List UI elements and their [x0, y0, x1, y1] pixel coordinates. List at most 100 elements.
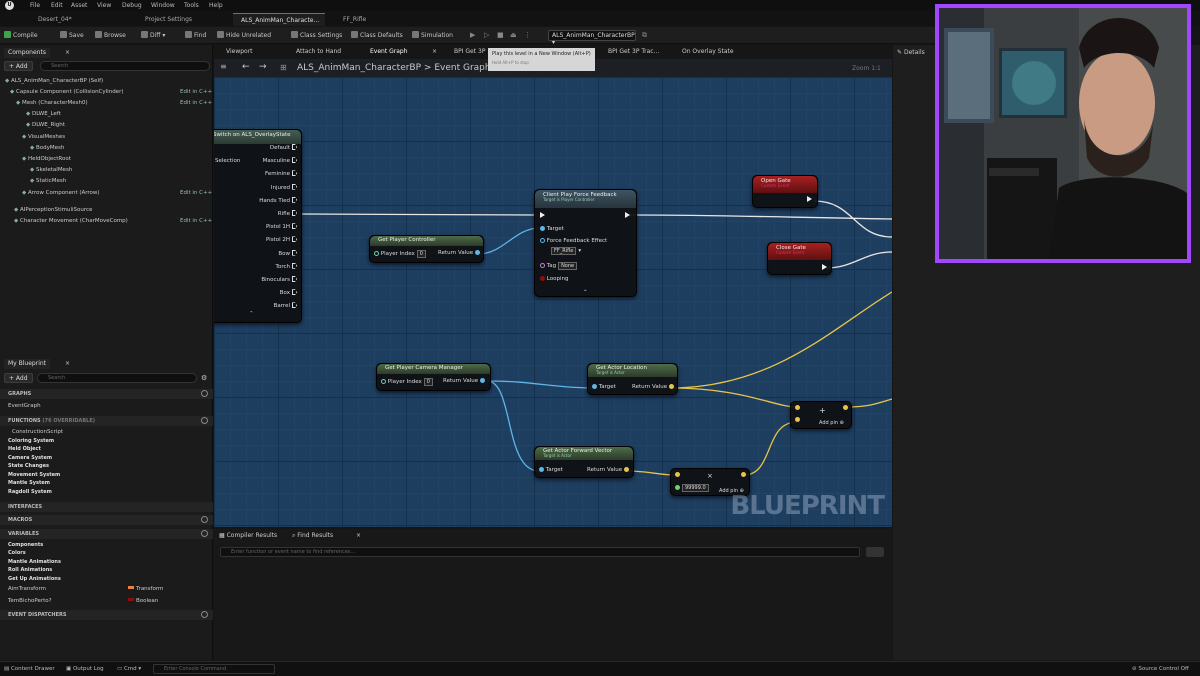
- compile-button[interactable]: Compile: [4, 31, 38, 39]
- add-input-a[interactable]: [795, 405, 800, 411]
- add-macro-icon[interactable]: [201, 516, 208, 523]
- graph-canvas[interactable]: Switch on ALS_OverlayState Selection Def…: [214, 77, 892, 527]
- component-item[interactable]: ◆ Character Movement (CharMoveComp): [14, 218, 128, 224]
- tab-on-overlay-state[interactable]: On Overlay State: [682, 48, 734, 55]
- unreal-logo-icon[interactable]: U: [5, 1, 14, 10]
- close-gate-exec-out[interactable]: [822, 264, 827, 271]
- debug-object-dropdown[interactable]: ALS_AnimMan_CharacterBP ▾: [548, 30, 636, 46]
- close-event-graph-tab-icon[interactable]: ×: [432, 48, 437, 55]
- gal-return-value-pin[interactable]: Return Value: [632, 384, 674, 390]
- add-graph-icon[interactable]: [201, 390, 208, 397]
- function-category[interactable]: Mantle System: [8, 480, 50, 486]
- find-options-button[interactable]: [866, 547, 884, 557]
- gafv-return-value-pin[interactable]: Return Value: [587, 467, 629, 473]
- diff-button[interactable]: Diff ▾: [141, 31, 165, 39]
- add-component-button[interactable]: + Add: [4, 61, 33, 71]
- open-gate-exec-out[interactable]: [807, 196, 812, 203]
- eject-icon[interactable]: ⏏: [510, 31, 518, 39]
- expand-arrow-icon[interactable]: ⌄: [583, 287, 588, 293]
- menu-help[interactable]: Help: [209, 2, 223, 9]
- event-dispatchers-header[interactable]: EVENT DISPATCHERS: [0, 610, 213, 620]
- component-item[interactable]: ◆ Mesh (CharacterMesh0): [16, 100, 88, 106]
- switch-output-pin[interactable]: Default: [270, 144, 297, 151]
- force-feedback-effect-pin[interactable]: Force Feedback Effect: [540, 238, 607, 244]
- variable-type-boolean[interactable]: Boolean: [128, 598, 158, 604]
- variable-category[interactable]: Mantle Animations: [8, 559, 61, 565]
- switch-output-pin[interactable]: Feminine: [265, 170, 297, 177]
- client-play-force-feedback-node[interactable]: Client Play Force Feedback Target is Play…: [534, 189, 637, 297]
- close-find-results-icon[interactable]: ×: [356, 532, 361, 539]
- variable-category[interactable]: Colors: [8, 550, 26, 556]
- effect-asset-picker[interactable]: FF_Rifle ▾: [549, 247, 581, 255]
- play-icon[interactable]: ▶: [470, 31, 478, 39]
- event-graph-item[interactable]: EventGraph: [8, 403, 41, 409]
- debug-find-icon[interactable]: ⧉: [642, 31, 650, 39]
- menu-asset[interactable]: Asset: [71, 2, 87, 9]
- add-variable-icon[interactable]: [201, 530, 208, 537]
- camera-player-index-pin[interactable]: Player Index 0: [381, 378, 435, 386]
- simulation-button[interactable]: Simulation: [412, 31, 453, 39]
- variable-tembichoperto[interactable]: TemBichoPerto?: [8, 598, 52, 604]
- menu-edit[interactable]: Edit: [51, 2, 63, 9]
- switch-output-pin[interactable]: Masculine: [263, 157, 297, 164]
- macros-header[interactable]: MACROS: [0, 515, 213, 525]
- browse-button[interactable]: Browse: [95, 31, 126, 39]
- graph-menu-icon[interactable]: ≡: [220, 62, 227, 71]
- doc-tab-ff-rifle[interactable]: FF_Rifle: [335, 13, 374, 26]
- multiply-input-a[interactable]: [675, 472, 680, 478]
- functions-header[interactable]: FUNCTIONS (76 OVERRIDABLE): [0, 416, 213, 426]
- switch-output-pin[interactable]: Injured: [271, 183, 297, 191]
- back-arrow-icon[interactable]: ←: [242, 62, 250, 72]
- stop-icon[interactable]: ■: [497, 31, 505, 39]
- tag-value[interactable]: None: [558, 262, 578, 270]
- switch-output-pin[interactable]: Bow: [278, 249, 297, 257]
- switch-output-pin[interactable]: Pistol 2H: [266, 236, 297, 243]
- edit-in-cpp-link[interactable]: Edit in C++: [180, 218, 212, 224]
- function-category[interactable]: Ragdoll System: [8, 489, 52, 495]
- tag-pin[interactable]: Tag None: [540, 262, 579, 270]
- return-value-pin[interactable]: Return Value: [438, 250, 480, 256]
- variable-category[interactable]: Get Up Animations: [8, 576, 61, 582]
- forward-arrow-icon[interactable]: →: [259, 62, 267, 72]
- get-player-camera-manager-node[interactable]: Get Player Camera Manager Player Index 0 …: [376, 363, 491, 391]
- edit-in-cpp-link[interactable]: Edit in C++: [180, 100, 212, 106]
- vector-add-node[interactable]: + Add pin ⊕: [790, 401, 852, 429]
- camera-return-value-pin[interactable]: Return Value: [443, 378, 485, 384]
- components-tab[interactable]: Components: [4, 48, 50, 58]
- component-item[interactable]: ◆ Capsule Component (CollisionCylinder): [10, 89, 123, 95]
- switch-output-pin[interactable]: Binoculars: [261, 276, 297, 283]
- tab-bpi-get-3p-trace[interactable]: BPI Get 3P Trac...: [608, 48, 659, 55]
- output-log-button[interactable]: ▣ Output Log: [66, 666, 104, 672]
- camera-player-index-value[interactable]: 0: [423, 378, 433, 386]
- function-category[interactable]: State Changes: [8, 463, 49, 469]
- variable-aimtransform[interactable]: AimTransform: [8, 586, 46, 592]
- tab-event-graph[interactable]: Event Graph: [370, 48, 408, 55]
- doc-tab-character-bp[interactable]: ALS_AnimMan_Characte...: [233, 13, 325, 26]
- component-item[interactable]: ◆ DLWE_Right: [26, 122, 65, 128]
- switch-output-pin[interactable]: Box: [280, 289, 297, 296]
- doc-tab-project-settings[interactable]: Project Settings: [137, 13, 200, 26]
- content-drawer-button[interactable]: ▤ Content Drawer: [4, 666, 55, 672]
- get-player-controller-node[interactable]: Get Player Controller Player Index 0 Retu…: [369, 235, 484, 263]
- edit-in-cpp-link[interactable]: Edit in C++: [180, 190, 212, 196]
- target-pin[interactable]: Target: [540, 226, 564, 232]
- graphs-header[interactable]: GRAPHS: [0, 389, 213, 399]
- switch-output-pin[interactable]: Rifle: [278, 210, 297, 217]
- switch-output-pin[interactable]: Barrel: [274, 302, 297, 309]
- compiler-results-tab[interactable]: ▦ Compiler Results: [219, 532, 277, 539]
- exec-out-pin[interactable]: [625, 212, 630, 219]
- components-search-input[interactable]: Search: [40, 61, 210, 71]
- more-options-icon[interactable]: ⋮: [524, 31, 532, 39]
- gal-target-pin[interactable]: Target: [592, 384, 616, 390]
- breadcrumb-graph[interactable]: Event Graph: [434, 63, 490, 73]
- variables-header[interactable]: VARIABLES: [0, 529, 213, 539]
- player-index-pin[interactable]: Player Index 0: [374, 250, 428, 258]
- switch-overlay-state-node[interactable]: Switch on ALS_OverlayState Selection Def…: [214, 129, 302, 323]
- get-actor-forward-vector-node[interactable]: Get Actor Forward Vector Target is Actor …: [534, 446, 634, 478]
- cmd-dropdown[interactable]: ▭ Cmd ▾: [117, 666, 141, 672]
- tab-attach-to-hand[interactable]: Attach to Hand: [296, 48, 341, 55]
- hide-unrelated-button[interactable]: Hide Unrelated: [217, 31, 271, 39]
- save-button[interactable]: Save: [60, 31, 84, 39]
- function-category[interactable]: Coloring System: [8, 438, 54, 444]
- settings-gear-icon[interactable]: ⚙: [201, 374, 207, 382]
